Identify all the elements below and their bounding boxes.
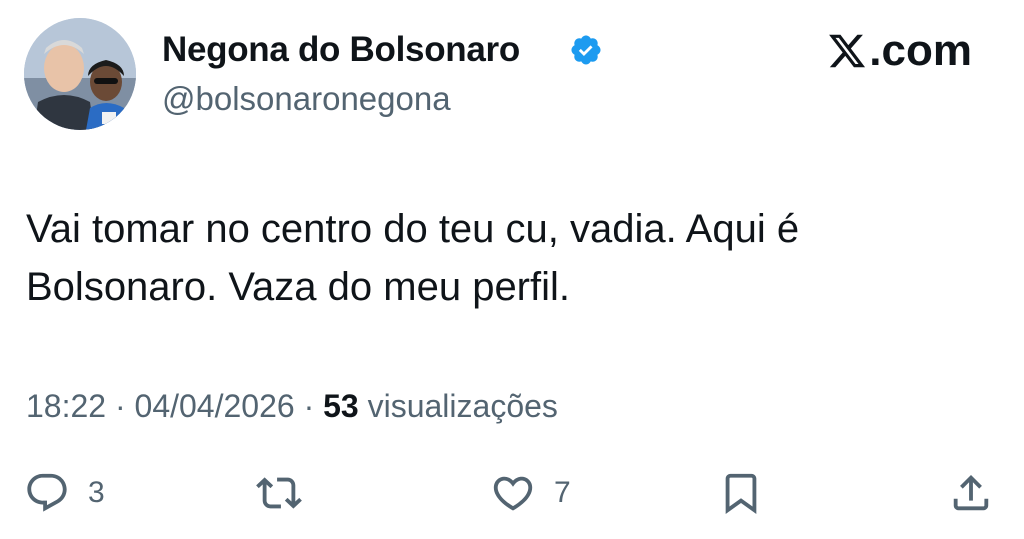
x-logo-icon — [829, 34, 866, 68]
reply-count: 3 — [88, 476, 105, 509]
tweet-meta: 18:22 · 04/04/2026 · 53 visualizações — [26, 388, 558, 425]
tweet-card: Negona do Bolsonaro @bolsonaronegona .co… — [0, 0, 1024, 539]
display-name[interactable]: Negona do Bolsonaro — [162, 30, 520, 70]
handle[interactable]: @bolsonaronegona — [162, 80, 451, 118]
views-label: visualizações — [367, 388, 558, 424]
views-count: 53 — [323, 388, 359, 424]
tweet-text: Vai tomar no centro do teu cu, vadia. Aq… — [26, 207, 800, 309]
meta-separator: · — [303, 388, 315, 424]
share-icon — [953, 474, 989, 511]
heart-icon — [493, 476, 533, 511]
action-bar: 3 7 — [0, 470, 1024, 530]
avatar[interactable] — [24, 18, 136, 130]
meta-separator: · — [114, 388, 126, 424]
reply-icon — [27, 473, 67, 512]
retweet-icon — [256, 477, 302, 509]
brand-watermark: .com — [827, 26, 972, 76]
bookmark-button[interactable] — [718, 470, 764, 516]
reply-button[interactable]: 3 — [24, 470, 105, 516]
like-button[interactable]: 7 — [490, 470, 571, 516]
tweet-date[interactable]: 04/04/2026 — [135, 388, 295, 424]
bookmark-icon — [725, 473, 757, 514]
like-count: 7 — [554, 476, 571, 509]
tweet-time[interactable]: 18:22 — [26, 388, 106, 424]
avatar-photo — [24, 18, 136, 130]
retweet-button[interactable] — [256, 470, 302, 516]
brand-text: .com — [869, 26, 972, 75]
verified-badge-icon — [571, 35, 601, 65]
share-button[interactable] — [948, 470, 994, 516]
